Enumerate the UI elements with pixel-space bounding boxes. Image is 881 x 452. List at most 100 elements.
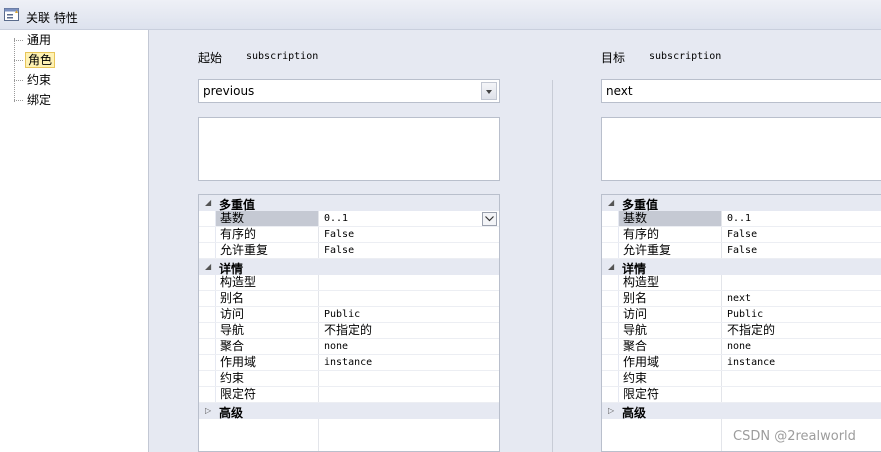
tree-connector [14,38,15,102]
prop-name: 导航 [215,323,318,338]
source-prop-row-multiplicity[interactable]: 基数 0..1 [199,211,499,227]
source-notes-field[interactable] [198,117,500,181]
source-prop-row-constraints[interactable]: 约束 [199,371,499,387]
triangle-collapsed-icon[interactable]: ▷ [608,407,614,415]
chevron-down-icon [485,216,494,222]
target-class-name: subscription [649,51,722,62]
source-prop-row-navigation[interactable]: 导航 不指定的 [199,323,499,339]
tree-branch-line [14,80,23,81]
prop-value[interactable]: none [724,339,881,354]
prop-value[interactable]: Public [724,307,881,322]
prop-name: 基数 [215,211,318,226]
chevron-down-icon [486,90,492,94]
target-group-multiplicity[interactable]: ◢ 多重值 [602,195,881,212]
prop-value[interactable]: False [724,243,881,258]
prop-name: 别名 [215,291,318,306]
target-prop-row-stereotype[interactable]: 构造型 [602,275,881,291]
prop-name: 导航 [618,323,721,338]
multiplicity-dropdown-button[interactable] [482,212,497,226]
source-prop-row-ordered[interactable]: 有序的 False [199,227,499,243]
source-group-multiplicity[interactable]: ◢ 多重值 [199,195,499,212]
prop-value[interactable]: 0..1 [724,211,881,226]
source-prop-row-access[interactable]: 访问 Public [199,307,499,323]
target-prop-row-access[interactable]: 访问 Public [602,307,881,323]
window-title: 关联 特性 [26,11,78,25]
prop-value[interactable]: 0..1 [321,211,499,226]
prop-value[interactable]: next [724,291,881,306]
prop-name: 作用域 [215,355,318,370]
triangle-expanded-icon[interactable]: ◢ [205,263,211,271]
target-prop-row-multiplicity[interactable]: 基数 0..1 [602,211,881,227]
prop-value[interactable]: instance [724,355,881,370]
source-role-combo[interactable]: previous [198,79,500,103]
source-role-value: previous [203,84,255,98]
prop-value[interactable]: Public [321,307,499,322]
prop-value[interactable]: none [321,339,499,354]
prop-name: 基数 [618,211,721,226]
group-label: 高级 [219,406,244,420]
triangle-expanded-icon[interactable]: ◢ [608,199,614,207]
source-class-name: subscription [246,51,319,62]
prop-value[interactable] [321,371,499,386]
category-tree: 通用 角色 约束 绑定 [0,30,149,452]
prop-name: 限定符 [215,387,318,402]
prop-name: 别名 [618,291,721,306]
source-property-grid: ◢ 多重值 基数 0..1 有序的 False 允许重复 False ◢ 详情 … [198,194,500,452]
group-label: 高级 [622,406,647,420]
prop-name: 限定符 [618,387,721,402]
prop-value[interactable]: 不指定的 [321,323,499,338]
prop-value[interactable]: False [321,243,499,258]
source-group-advanced[interactable]: ▷ 高级 [199,403,499,420]
source-prop-row-alias[interactable]: 别名 [199,291,499,307]
source-group-details[interactable]: ◢ 详情 [199,259,499,276]
source-prop-row-allow-duplicates[interactable]: 允许重复 False [199,243,499,259]
source-role-dropdown-button[interactable] [481,82,497,100]
prop-name: 有序的 [215,227,318,242]
target-role-combo[interactable]: next [601,79,881,103]
prop-name: 聚合 [215,339,318,354]
target-prop-row-constraints[interactable]: 约束 [602,371,881,387]
prop-value[interactable] [321,387,499,402]
watermark: CSDN @2realworld [733,429,856,444]
prop-value[interactable] [724,387,881,402]
source-prop-row-stereotype[interactable]: 构造型 [199,275,499,291]
source-prop-row-scope[interactable]: 作用域 instance [199,355,499,371]
triangle-collapsed-icon[interactable]: ▷ [205,407,211,415]
prop-name: 约束 [618,371,721,386]
prop-value[interactable] [724,275,881,290]
target-property-grid: ◢ 多重值 基数 0..1 有序的 False 允许重复 False ◢ 详情 … [601,194,881,452]
prop-name: 构造型 [215,275,318,290]
triangle-expanded-icon[interactable]: ◢ [205,199,211,207]
target-prop-row-aggregation[interactable]: 聚合 none [602,339,881,355]
target-group-advanced[interactable]: ▷ 高级 [602,403,881,420]
prop-value[interactable] [724,371,881,386]
tree-branch-line [14,40,23,41]
prop-name: 聚合 [618,339,721,354]
source-prop-row-aggregation[interactable]: 聚合 none [199,339,499,355]
tree-item-label: 绑定 [27,93,52,107]
prop-value[interactable] [321,291,499,306]
prop-value[interactable]: 不指定的 [724,323,881,338]
properties-window-icon [4,8,19,21]
prop-name: 访问 [215,307,318,322]
panel-divider [552,80,553,452]
target-prop-row-alias[interactable]: 别名 next [602,291,881,307]
prop-value[interactable]: False [724,227,881,242]
source-prop-row-qualifiers[interactable]: 限定符 [199,387,499,403]
target-prop-row-qualifiers[interactable]: 限定符 [602,387,881,403]
target-header-label: 目标 [601,51,626,65]
target-prop-row-ordered[interactable]: 有序的 False [602,227,881,243]
triangle-expanded-icon[interactable]: ◢ [608,263,614,271]
prop-value[interactable] [321,275,499,290]
prop-name: 允许重复 [618,243,721,258]
prop-value[interactable]: False [321,227,499,242]
target-notes-field[interactable] [601,117,881,181]
prop-name: 允许重复 [215,243,318,258]
target-group-details[interactable]: ◢ 详情 [602,259,881,276]
target-prop-row-allow-duplicates[interactable]: 允许重复 False [602,243,881,259]
target-prop-row-scope[interactable]: 作用域 instance [602,355,881,371]
prop-name: 访问 [618,307,721,322]
tree-branch-line [14,60,23,61]
prop-value[interactable]: instance [321,355,499,370]
target-prop-row-navigation[interactable]: 导航 不指定的 [602,323,881,339]
